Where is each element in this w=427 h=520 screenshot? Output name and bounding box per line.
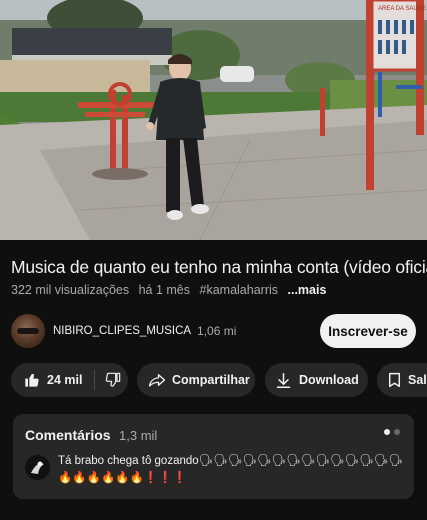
comments-title: Comentários bbox=[25, 427, 111, 443]
share-label: Compartilhar bbox=[172, 373, 250, 387]
thumb-down-icon bbox=[106, 372, 121, 387]
carousel-dots bbox=[380, 429, 400, 435]
more-link[interactable]: ...mais bbox=[288, 283, 327, 297]
download-icon bbox=[276, 372, 291, 388]
subscriber-count: 1,06 mi bbox=[197, 324, 237, 338]
bookmark-icon bbox=[388, 372, 401, 388]
download-label: Download bbox=[299, 373, 359, 387]
like-count: 24 mil bbox=[47, 373, 83, 387]
top-comment-text: Tá brabo chega tô gozando🗣🗣🗣🗣🗣🗣🗣🗣🗣🗣🗣🗣🗣🗣🔥… bbox=[58, 455, 404, 484]
share-arrow-icon bbox=[148, 374, 166, 387]
subscribe-button[interactable]: Inscrever-se bbox=[320, 314, 416, 348]
video-frame: AREA DA SAUDE bbox=[0, 0, 427, 240]
save-button[interactable]: Salvar bbox=[377, 363, 427, 397]
save-label: Salvar bbox=[408, 373, 427, 387]
comments-card[interactable]: Comentários 1,3 mil Tá brabo chega tô go… bbox=[13, 414, 414, 499]
thumb-up-icon bbox=[25, 373, 39, 387]
carousel-dot-active bbox=[384, 429, 390, 435]
hashtag-link[interactable]: #kamalaharris bbox=[200, 283, 279, 297]
channel-row[interactable]: NIBIRO_CLIPES_MUSICA 1,06 mi Inscrever-s… bbox=[11, 312, 416, 350]
view-count: 322 mil visualizações bbox=[11, 283, 130, 297]
share-button[interactable]: Compartilhar bbox=[137, 363, 255, 397]
like-dislike-chip: 24 mil bbox=[11, 363, 128, 397]
like-button[interactable]: 24 mil bbox=[11, 363, 82, 397]
commenter-avatar bbox=[25, 455, 50, 480]
dislike-button[interactable] bbox=[95, 363, 121, 397]
video-title: Musica de quanto eu tenho na minha conta… bbox=[11, 257, 427, 277]
action-bar: 24 mil Compartilhar Download Salvar bbox=[11, 363, 427, 397]
download-button[interactable]: Download bbox=[265, 363, 368, 397]
carousel-dot bbox=[394, 429, 400, 435]
sign-text: AREA DA SAUDE bbox=[378, 6, 426, 12]
comments-header: Comentários 1,3 mil bbox=[25, 427, 157, 445]
channel-avatar[interactable] bbox=[11, 314, 45, 348]
video-player[interactable]: AREA DA SAUDE bbox=[0, 0, 427, 240]
upload-age: há 1 mês bbox=[138, 283, 191, 297]
channel-name[interactable]: NIBIRO_CLIPES_MUSICA bbox=[53, 325, 191, 337]
video-meta[interactable]: 322 mil visualizações há 1 mês #kamalaha… bbox=[11, 283, 332, 297]
comments-count: 1,3 mil bbox=[119, 428, 158, 443]
